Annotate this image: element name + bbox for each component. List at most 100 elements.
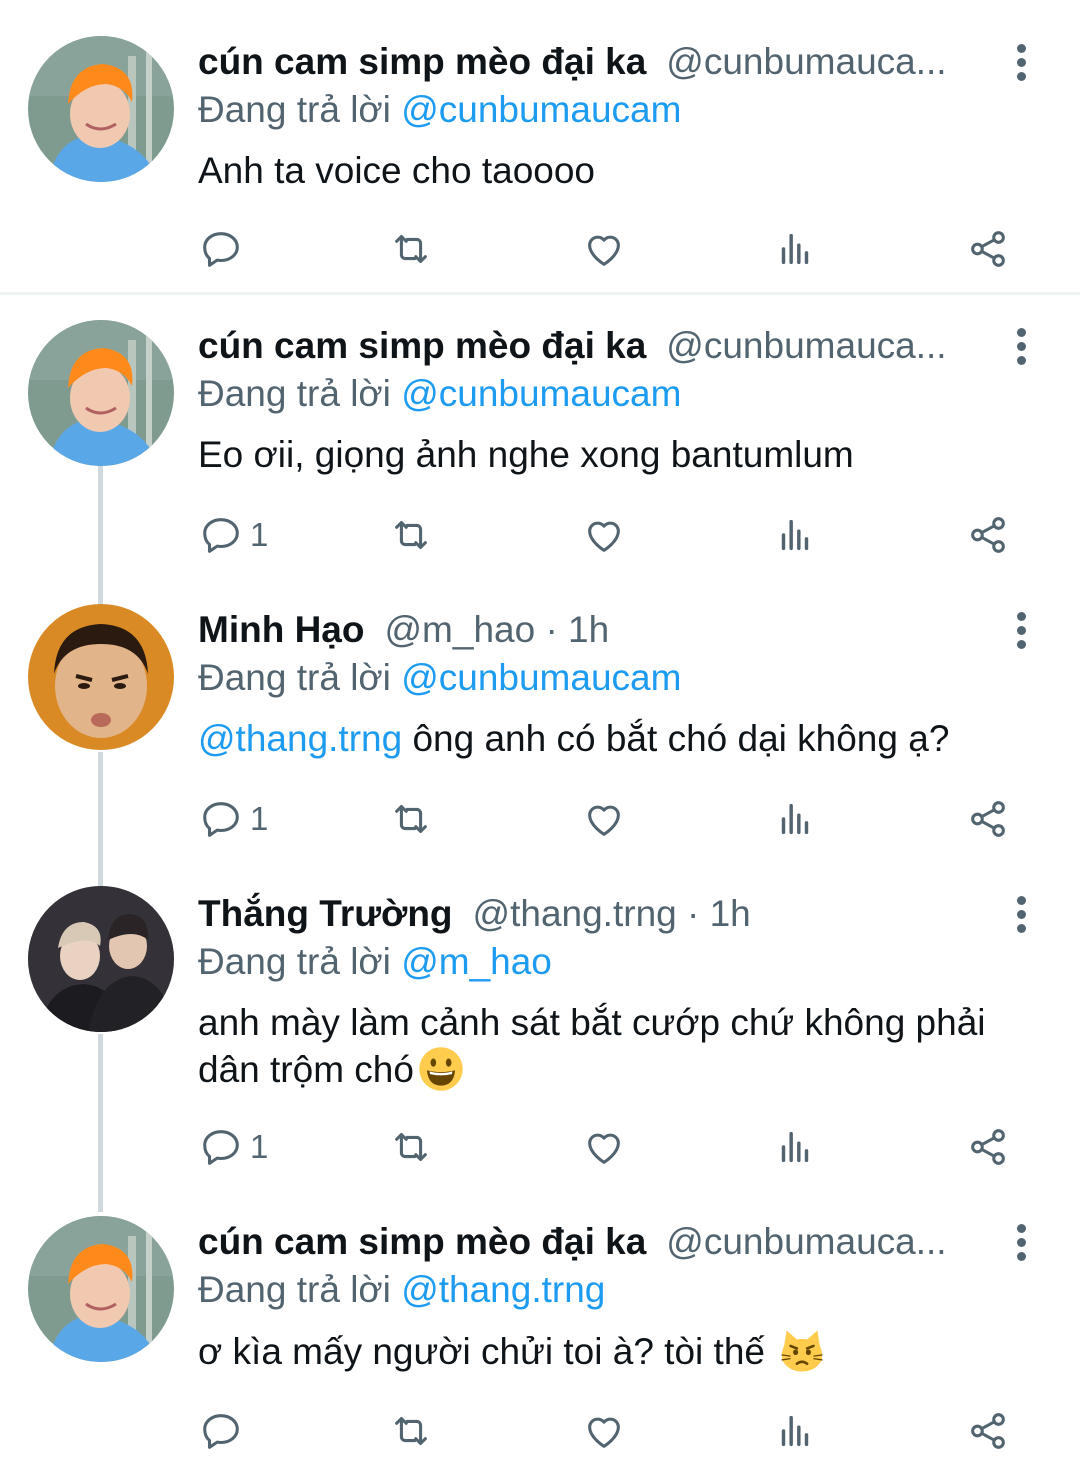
share-icon — [971, 1129, 1005, 1165]
tweet[interactable]: cún cam simp mèo đại ka @cunbumauca... Đa… — [0, 284, 1080, 568]
retweet-button[interactable] — [388, 510, 434, 560]
reply-button[interactable]: 1 — [198, 1122, 268, 1172]
pouting-cat-emoji — [781, 1330, 823, 1372]
views-button[interactable] — [772, 510, 818, 560]
retweet-icon — [395, 1133, 427, 1161]
tweet-header: Thắng Trường @thang.trng · 1h — [198, 892, 978, 936]
display-name[interactable]: Thắng Trường — [198, 893, 453, 934]
display-name[interactable]: cún cam simp mèo đại ka — [198, 1221, 646, 1262]
user-handle[interactable]: @cunbumauca... — [666, 1221, 946, 1262]
avatar[interactable] — [28, 886, 174, 1032]
reply-icon — [203, 232, 239, 267]
tweet-header: cún cam simp mèo đại ka @cunbumauca... — [198, 324, 978, 368]
reply-to-mention[interactable]: @thang.trng — [401, 1269, 605, 1310]
more-vertical-icon[interactable] — [1005, 324, 1037, 368]
tweet[interactable]: cún cam simp mèo đại ka @cunbumauca... Đa… — [0, 1180, 1080, 1463]
display-name[interactable]: cún cam simp mèo đại ka — [198, 41, 646, 82]
views-icon — [781, 519, 809, 551]
reply-to-mention[interactable]: @m_hao — [401, 941, 552, 982]
retweet-icon — [395, 235, 427, 263]
heart-icon — [588, 805, 620, 836]
reply-count: 1 — [250, 1128, 269, 1165]
retweet-icon — [395, 805, 427, 833]
retweet-button[interactable] — [388, 1122, 434, 1172]
display-name[interactable]: cún cam simp mèo đại ka — [198, 325, 646, 366]
retweet-button[interactable] — [388, 224, 434, 274]
retweet-button[interactable] — [388, 1406, 434, 1456]
reply-button[interactable] — [198, 1406, 250, 1456]
reply-button[interactable]: 1 — [198, 510, 268, 560]
two-men-avatar — [28, 886, 174, 1032]
tweet-header: cún cam simp mèo đại ka @cunbumauca... — [198, 1220, 978, 1264]
tweet-text: anh mày làm cảnh sát bắt cướp chứ không … — [198, 1000, 1038, 1093]
share-button[interactable] — [965, 510, 1011, 560]
share-button[interactable] — [965, 224, 1011, 274]
heart-icon — [588, 1133, 620, 1164]
reply-context: Đang trả lời @cunbumaucam — [198, 88, 681, 132]
share-icon — [971, 517, 1005, 553]
tweet-text: @thang.trng ông anh có bắt chó dại không… — [198, 716, 1038, 762]
more-vertical-icon[interactable] — [1005, 892, 1037, 936]
orange-hair-avatar — [28, 36, 174, 182]
views-button[interactable] — [772, 1406, 818, 1456]
retweet-icon — [395, 1417, 427, 1445]
tweet-text: ơ kìa mấy người chửi toi à? tòi thế — [198, 1328, 1038, 1375]
heart-icon — [588, 1417, 620, 1448]
reply-button[interactable]: 1 — [198, 794, 268, 844]
reply-icon — [203, 802, 239, 837]
reply-icon — [203, 1130, 239, 1165]
grinning-face-emoji — [419, 1047, 463, 1091]
reply-count: 1 — [250, 516, 269, 553]
more-vertical-icon[interactable] — [1005, 1220, 1037, 1264]
user-handle[interactable]: @m_hao · 1h — [384, 609, 609, 650]
views-icon — [781, 803, 809, 835]
text-mention[interactable]: @thang.trng — [198, 718, 402, 759]
like-button[interactable] — [581, 510, 627, 560]
reply-button[interactable] — [198, 224, 250, 274]
retweet-button[interactable] — [388, 794, 434, 844]
tweet[interactable]: Minh Hạo @m_hao · 1h Đang trả lời @cunbum… — [0, 568, 1080, 852]
reply-to-mention[interactable]: @cunbumaucam — [401, 89, 681, 130]
share-icon — [971, 1413, 1005, 1449]
tweet[interactable]: cún cam simp mèo đại ka @cunbumauca... Đa… — [0, 0, 1080, 295]
share-button[interactable] — [965, 1122, 1011, 1172]
avatar[interactable] — [28, 36, 174, 182]
user-handle[interactable]: @cunbumauca... — [666, 41, 946, 82]
reply-context: Đang trả lời @cunbumaucam — [198, 372, 681, 416]
more-vertical-icon[interactable] — [1005, 608, 1037, 652]
like-button[interactable] — [581, 1406, 627, 1456]
tweet-text-body: ơ kìa mấy người chửi toi à? tòi thế — [198, 1331, 765, 1372]
like-button[interactable] — [581, 1122, 627, 1172]
reply-to-mention[interactable]: @cunbumaucam — [401, 657, 681, 698]
retweet-icon — [395, 521, 427, 549]
reply-prefix: Đang trả lời — [198, 373, 391, 414]
like-button[interactable] — [581, 224, 627, 274]
avatar[interactable] — [28, 1216, 174, 1362]
reply-context: Đang trả lời @thang.trng — [198, 1268, 605, 1312]
reply-to-mention[interactable]: @cunbumaucam — [401, 373, 681, 414]
share-button[interactable] — [965, 1406, 1011, 1456]
tweet-header: cún cam simp mèo đại ka @cunbumauca... — [198, 40, 978, 84]
views-button[interactable] — [772, 224, 818, 274]
tweet[interactable]: Thắng Trường @thang.trng · 1h Đang trả lờ… — [0, 852, 1080, 1180]
user-handle[interactable]: @thang.trng · 1h — [473, 893, 751, 934]
views-button[interactable] — [772, 1122, 818, 1172]
user-handle[interactable]: @cunbumauca... — [666, 325, 946, 366]
action-bar: 1 — [0, 794, 1080, 844]
reply-context: Đang trả lời @cunbumaucam — [198, 656, 681, 700]
views-icon — [781, 1415, 809, 1447]
reply-prefix: Đang trả lời — [198, 89, 391, 130]
avatar[interactable] — [28, 320, 174, 466]
tweet-text: Eo ơii, giọng ảnh nghe xong bantumlum — [198, 434, 854, 475]
action-bar — [0, 224, 1080, 274]
avatar[interactable] — [28, 604, 174, 750]
like-button[interactable] — [581, 794, 627, 844]
views-button[interactable] — [772, 794, 818, 844]
share-icon — [971, 801, 1005, 837]
share-button[interactable] — [965, 794, 1011, 844]
tweet-text-body: anh mày làm cảnh sát bắt cướp chứ không … — [198, 1002, 986, 1090]
more-vertical-icon[interactable] — [1005, 40, 1037, 84]
display-name[interactable]: Minh Hạo — [198, 609, 364, 650]
tweet-header: Minh Hạo @m_hao · 1h — [198, 608, 978, 652]
views-icon — [781, 233, 809, 265]
